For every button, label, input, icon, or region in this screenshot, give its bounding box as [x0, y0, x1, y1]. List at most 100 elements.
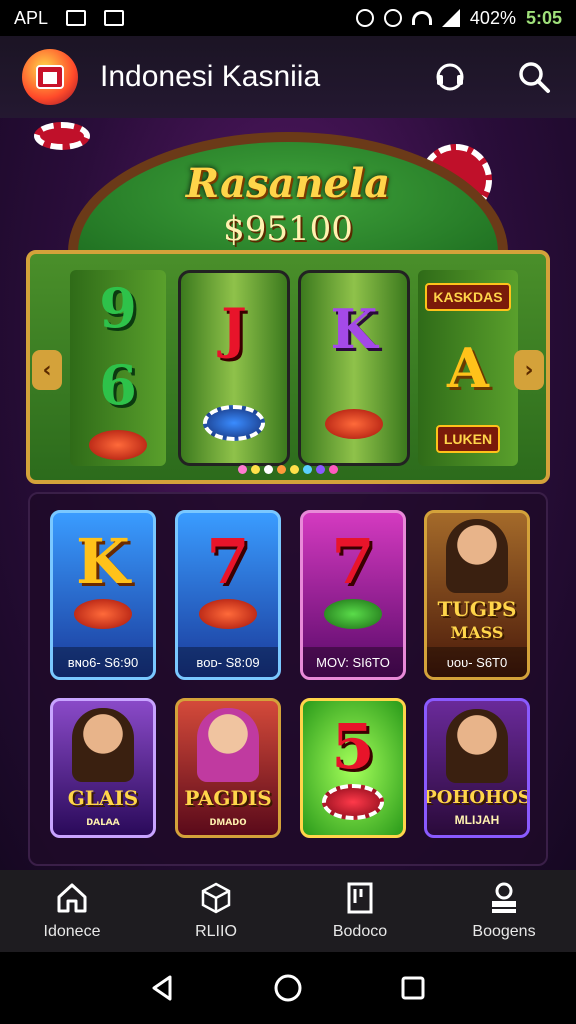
game-card[interactable]: POHOHOS MLIJAH	[424, 698, 530, 838]
clock: 5:05	[525, 7, 562, 28]
headset-icon	[436, 63, 464, 91]
app-logo[interactable]	[22, 49, 78, 105]
nav-label: Boogens	[472, 923, 536, 940]
nav-label: Bodoco	[332, 923, 388, 940]
wifi-icon	[411, 11, 432, 25]
jackpot-amount: $95100	[223, 209, 353, 249]
alarm-icon	[355, 9, 374, 27]
pagination-dot[interactable]	[329, 465, 338, 474]
character-portrait-icon	[72, 708, 134, 782]
card-title: PAGDIS	[184, 786, 272, 810]
card-title: GLAIS	[67, 786, 139, 810]
back-icon[interactable]	[148, 973, 178, 1003]
reel-symbol: A	[447, 335, 489, 400]
cube-icon	[201, 882, 231, 914]
reel-1: 9 6	[70, 270, 166, 466]
game-grid: K ʙɴᴏ6- S6:90 7 ʙᴏᴅ- S8:09 7 MOV: SI6TO …	[28, 492, 548, 866]
reel-2: J	[178, 270, 290, 466]
reel-symbol: 9	[99, 276, 137, 341]
sync-icon	[383, 9, 402, 27]
chip-symbol-icon	[203, 404, 265, 441]
card-symbol: K	[76, 525, 130, 598]
banner-title: Rasanela	[185, 160, 391, 207]
bottom-navigation: Idonece RLIIO Bodoco Boogens	[0, 870, 576, 952]
slot-pagination	[30, 465, 546, 474]
chevron-right-icon: ›	[524, 357, 534, 383]
main-content: Rasanela $95100 ‹ 9 6 J K KASKDAS A LUKE…	[0, 118, 576, 870]
home-icon	[57, 883, 87, 913]
signal-icon	[441, 9, 460, 27]
nav-games[interactable]: RLIIO	[144, 870, 288, 952]
book-icon	[347, 882, 373, 914]
reel-4: KASKDAS A LUKEN	[418, 270, 518, 466]
card-symbol: 7	[206, 525, 250, 598]
character-portrait-icon	[197, 708, 259, 782]
card-symbol: 5	[331, 710, 375, 783]
pagination-dot[interactable]	[316, 465, 325, 474]
card-title: TUGPS	[437, 597, 517, 621]
card-caption: MOV: SI6TO	[303, 647, 403, 677]
casino-chip-decoration	[34, 122, 90, 150]
reel-badge: LUKEN	[435, 425, 501, 454]
slot-next-arrow[interactable]: ›	[514, 350, 544, 390]
character-portrait-icon	[446, 709, 508, 783]
recents-icon[interactable]	[398, 973, 428, 1003]
support-button[interactable]	[430, 57, 470, 97]
card-subtitle: MASS	[450, 623, 504, 642]
game-card[interactable]: 7 MOV: SI6TO	[300, 510, 406, 680]
profile-icon	[492, 882, 516, 913]
nav-home[interactable]: Idonece	[0, 870, 144, 952]
app-bar: Indonesi Kasniia	[0, 36, 576, 118]
carrier-label: APL	[14, 7, 49, 28]
battery-label: 402%	[469, 7, 516, 28]
pagination-dot[interactable]	[264, 465, 273, 474]
gem-symbol-icon	[89, 429, 147, 460]
card-subtitle: MLIJAH	[454, 813, 500, 827]
game-card[interactable]: TUGPS MASS ᴜᴏᴜ- S6T0	[424, 510, 530, 680]
card-caption: ʙɴᴏ6- S6:90	[53, 647, 153, 677]
home-circle-icon[interactable]	[273, 973, 303, 1003]
gem-symbol-icon	[74, 599, 132, 629]
chevron-left-icon: ‹	[42, 357, 52, 383]
logo-mark-icon	[36, 65, 64, 89]
pagination-dot[interactable]	[290, 465, 299, 474]
nav-label: Idonece	[43, 923, 101, 940]
reel-symbol: J	[221, 295, 247, 360]
gem-symbol-icon	[325, 409, 383, 439]
game-card[interactable]: K ʙɴᴏ6- S6:90	[50, 510, 156, 680]
reel-symbol: K	[330, 297, 378, 361]
card-title: POHOHOS	[424, 787, 530, 808]
card-subtitle: ᴅᴀʟᴀᴀ	[86, 814, 120, 828]
nav-bonus[interactable]: Bodoco	[288, 870, 432, 952]
gem-symbol-icon	[324, 599, 382, 629]
status-bar: APL 402% 5:05	[0, 0, 576, 36]
game-card[interactable]: GLAIS ᴅᴀʟᴀᴀ	[50, 698, 156, 838]
reel-symbol: 6	[99, 352, 137, 417]
nav-profile[interactable]: Boogens	[432, 870, 576, 952]
download-notification-icon	[104, 10, 125, 26]
chip-symbol-icon	[322, 784, 384, 820]
nav-label: RLIIO	[195, 923, 237, 940]
slot-prev-arrow[interactable]: ‹	[32, 350, 62, 390]
pagination-dot[interactable]	[277, 465, 286, 474]
app-title: Indonesi Kasniia	[100, 60, 321, 93]
search-icon	[519, 62, 550, 93]
reel-3: K	[298, 270, 410, 466]
pagination-dot[interactable]	[303, 465, 312, 474]
reel-badge: KASKDAS	[425, 282, 511, 311]
game-card[interactable]: PAGDIS ᴅᴍᴀᴅᴏ	[175, 698, 281, 838]
gem-symbol-icon	[199, 599, 257, 629]
card-caption: ʙᴏᴅ- S8:09	[178, 647, 278, 677]
game-card[interactable]: 5	[300, 698, 406, 838]
game-card[interactable]: 7 ʙᴏᴅ- S8:09	[175, 510, 281, 680]
slot-machine[interactable]: ‹ 9 6 J K KASKDAS A LUKEN ›	[26, 250, 550, 484]
card-symbol: 7	[331, 525, 375, 598]
search-button[interactable]	[514, 57, 554, 97]
pagination-dot[interactable]	[238, 465, 247, 474]
system-navigation-bar	[0, 952, 576, 1024]
card-caption: ᴜᴏᴜ- S6T0	[427, 647, 527, 677]
card-subtitle: ᴅᴍᴀᴅᴏ	[209, 814, 247, 828]
pagination-dot[interactable]	[251, 465, 260, 474]
character-portrait-icon	[446, 519, 508, 593]
image-notification-icon	[66, 10, 87, 26]
